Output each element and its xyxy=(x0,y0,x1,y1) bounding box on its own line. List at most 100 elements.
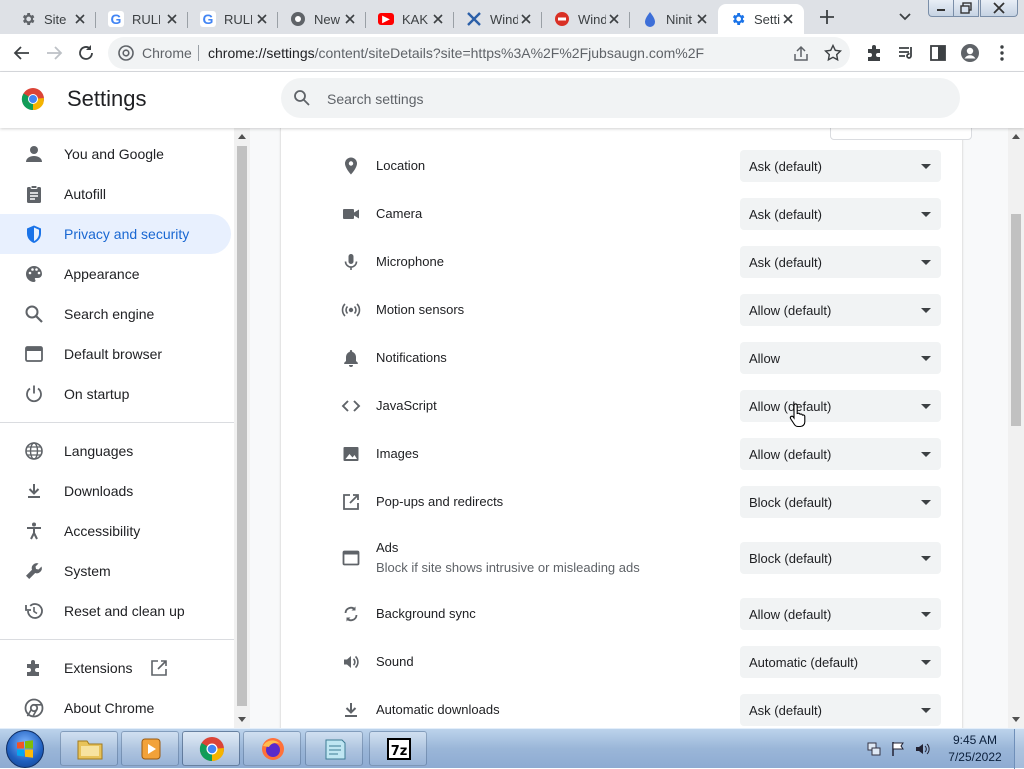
sidebar-item-you-and-google[interactable]: You and Google xyxy=(0,134,231,174)
permission-select[interactable]: Automatic (default) xyxy=(740,646,941,678)
permission-select[interactable]: Ask (default) xyxy=(740,150,941,182)
taskbar-file-explorer[interactable] xyxy=(60,731,118,766)
tab-rule-1[interactable]: G RULE xyxy=(96,4,188,34)
permission-select[interactable]: Ask (default) xyxy=(740,694,941,726)
volume-icon[interactable] xyxy=(914,741,930,757)
search-input[interactable] xyxy=(325,88,929,110)
scrollbar-thumb[interactable] xyxy=(1011,214,1021,426)
taskbar-7zip[interactable]: 7z xyxy=(369,731,427,766)
download-icon xyxy=(345,703,357,717)
taskbar-notepad[interactable] xyxy=(305,731,363,766)
taskbar-firefox[interactable] xyxy=(243,731,301,766)
tab-kak[interactable]: ▶ KAK xyxy=(366,4,454,34)
youtube-icon: ▶ xyxy=(378,13,394,25)
permission-select[interactable]: Ask (default) xyxy=(740,246,941,278)
url-path: /content/siteDetails?site=https%3A%2F%2F… xyxy=(314,45,705,61)
back-arrow-icon[interactable] xyxy=(12,43,32,63)
settings-search-box[interactable] xyxy=(281,78,960,118)
tab-title: New xyxy=(314,11,341,27)
new-tab-icon[interactable] xyxy=(816,6,838,28)
tab-site-settings[interactable]: Site xyxy=(8,4,96,34)
tab-settings[interactable]: Setti xyxy=(718,4,804,34)
taskbar-chrome[interactable] xyxy=(182,731,240,766)
share-icon[interactable] xyxy=(792,45,810,63)
page-scrollbar[interactable] xyxy=(1008,128,1024,728)
minimize-button[interactable] xyxy=(928,0,954,17)
tab-strip: Site G RULE G RULE New ▶ KAK Wind Wind xyxy=(0,0,1024,34)
permission-label: Camera xyxy=(376,206,423,221)
permission-select[interactable]: Allow (default) xyxy=(740,438,941,470)
sidebar-item-downloads[interactable]: Downloads xyxy=(0,471,231,511)
taskbar-media-player[interactable] xyxy=(121,731,179,766)
permission-select[interactable]: Allow (default) xyxy=(740,598,941,630)
sidebar-scrollbar[interactable] xyxy=(234,128,250,728)
window-close-button[interactable] xyxy=(980,0,1018,17)
extensions-puzzle-icon[interactable] xyxy=(864,43,884,63)
sidebar-item-appearance[interactable]: Appearance xyxy=(0,254,231,294)
dropdown-caret-icon xyxy=(921,164,931,169)
tab-wind-1[interactable]: Wind xyxy=(454,4,542,34)
tab-rule-2[interactable]: G RULE xyxy=(188,4,278,34)
sidebar-item-search-engine[interactable]: Search engine xyxy=(0,294,231,334)
close-icon[interactable] xyxy=(254,11,270,27)
sidebar-item-languages[interactable]: Languages xyxy=(0,431,231,471)
scrollbar-thumb[interactable] xyxy=(237,146,247,706)
tab-new[interactable]: New xyxy=(278,4,366,34)
more-vert-icon[interactable] xyxy=(992,43,1012,63)
star-icon[interactable] xyxy=(824,44,842,62)
sidebar-item-privacy-and-security[interactable]: Privacy and security xyxy=(0,214,231,254)
globe-icon xyxy=(25,442,43,460)
close-icon[interactable] xyxy=(342,11,358,27)
close-icon[interactable] xyxy=(430,11,446,27)
permission-select[interactable]: Block (default) xyxy=(740,486,941,518)
chrome-icon xyxy=(118,45,134,61)
sidebar-item-default-browser[interactable]: Default browser xyxy=(0,334,231,374)
permission-select[interactable]: Ask (default) xyxy=(740,198,941,230)
close-icon[interactable] xyxy=(72,11,88,27)
permission-select[interactable]: Allow xyxy=(740,342,941,374)
tab-wind-2[interactable]: Wind xyxy=(542,4,630,34)
show-desktop-button[interactable] xyxy=(1014,729,1024,769)
permission-select[interactable]: Allow (default) xyxy=(740,390,941,422)
permission-label: Images xyxy=(376,446,419,461)
network-icon[interactable] xyxy=(866,741,882,757)
clipboard-icon xyxy=(27,185,41,203)
profile-avatar-icon[interactable] xyxy=(960,43,980,63)
sidebar-item-autofill[interactable]: Autofill xyxy=(0,174,231,214)
sidebar-item-about-chrome[interactable]: About Chrome xyxy=(0,688,231,728)
tab-ninite[interactable]: Ninit xyxy=(630,4,718,34)
sidebar-item-label: Appearance xyxy=(64,266,140,282)
forward-arrow-icon[interactable] xyxy=(44,43,64,63)
action-center-flag-icon[interactable] xyxy=(890,741,906,757)
start-button[interactable] xyxy=(6,730,44,768)
tab-title: Wind xyxy=(490,11,518,27)
sidebar-item-extensions[interactable]: Extensions xyxy=(0,648,231,688)
sidebar-item-on-startup[interactable]: On startup xyxy=(0,374,231,414)
side-panel-icon[interactable] xyxy=(928,43,948,63)
permission-select[interactable]: Allow (default) xyxy=(740,294,941,326)
clock-date[interactable]: 7/25/2022 xyxy=(940,750,1010,764)
permission-label: Ads xyxy=(376,540,399,555)
browser-toolbar: Chrome chrome://settings/content/siteDet… xyxy=(0,34,1024,72)
close-icon[interactable] xyxy=(606,11,622,27)
close-icon[interactable] xyxy=(780,11,796,27)
close-icon[interactable] xyxy=(164,11,180,27)
media-control-icon[interactable] xyxy=(896,43,916,63)
reload-icon[interactable] xyxy=(76,43,96,63)
reset-permissions-button[interactable] xyxy=(830,128,972,140)
close-icon[interactable] xyxy=(518,11,534,27)
sidebar-item-system[interactable]: System xyxy=(0,551,231,591)
permission-value: Allow (default) xyxy=(749,303,832,318)
speaker-icon xyxy=(344,655,359,669)
permission-select[interactable]: Block (default) xyxy=(740,542,941,574)
restore-button[interactable] xyxy=(953,0,979,17)
sidebar-item-accessibility[interactable]: Accessibility xyxy=(0,511,231,551)
permission-label: Motion sensors xyxy=(376,302,465,317)
chevron-down-icon[interactable] xyxy=(896,8,914,26)
clock-time[interactable]: 9:45 AM xyxy=(940,733,1010,747)
close-icon[interactable] xyxy=(694,11,710,27)
address-bar[interactable]: Chrome chrome://settings/content/siteDet… xyxy=(108,37,850,69)
search-icon xyxy=(25,305,43,323)
sidebar-item-reset-and-clean-up[interactable]: Reset and clean up xyxy=(0,591,231,631)
permission-label: Notifications xyxy=(376,350,447,365)
